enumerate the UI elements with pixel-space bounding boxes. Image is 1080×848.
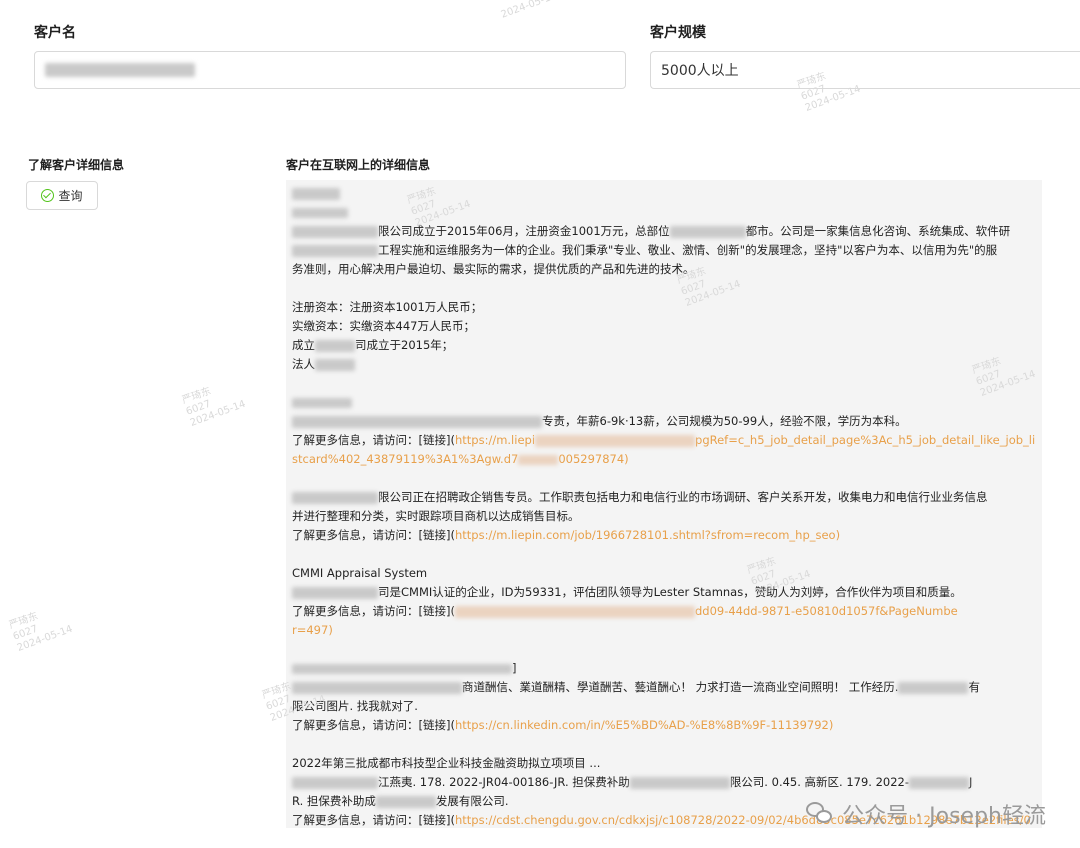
watermark: 严琦东 6027 2024-05-14	[7, 610, 75, 654]
registered-capital: 注册资本：注册资本1001万人民币；	[292, 300, 483, 314]
basic-intro-line-1: 限公司成立于2015年06月，注册资金1001万元，总部位 都市。公司是一家集信息…	[292, 222, 1036, 241]
wechat-brand-mark: 公众号 · Joseph轻流	[806, 798, 1046, 830]
item-1-more: 了解更多信息，请访问：[链接](https://m.liepi pgRef=c_h…	[292, 433, 1036, 466]
redacted-basic-heading	[292, 203, 1036, 222]
customer-detail-section-label: 了解客户详细信息	[28, 158, 125, 172]
internet-detail-panel[interactable]: 限公司成立于2015年06月，注册资金1001万元，总部位 都市。公司是一家集信息…	[286, 180, 1042, 828]
customer-scale-label: 客户规模	[650, 25, 706, 41]
basic-intro-line-2: 工程实施和运维服务为一体的企业。我们秉承"专业、敬业、激情、创新"的发展理念，坚…	[292, 241, 1036, 260]
customer-name-input[interactable]	[34, 51, 626, 89]
item-4-text-2: 限公司图片. 找我就对了.	[292, 699, 418, 713]
redacted-customer-name	[45, 63, 195, 77]
item-4-text-1: 商道酬信、業道酬精、學道酬苦、藝道酬心！ 力求打造一流商业空间照明！ 工作经历.…	[292, 678, 1036, 697]
watermark: 严琦东 6027 2024-05-14	[180, 385, 248, 429]
internet-detail-section-label: 客户在互联网上的详细信息	[286, 158, 431, 172]
item-5-text-1: 江燕夷. 178. 2022-JR04-00186-JR. 担保费补助 限公司. …	[292, 773, 1036, 792]
item-4-more: 了解更多信息，请访问：[链接](https://cn.linkedin.com/…	[292, 718, 834, 732]
customer-name-label: 客户名	[34, 25, 76, 41]
item-4-link[interactable]: https://cn.linkedin.com/in/%E5%BD%AD-%E8…	[455, 718, 833, 732]
customer-scale-value: 5000人以上	[661, 63, 739, 79]
item-3-text: 司是CMMI认证的企业，ID为59331，评估团队领导为Lester Stamn…	[292, 583, 1036, 602]
founded-info: 成立 司成立于2015年；	[292, 338, 454, 352]
item-4-title: ]	[292, 659, 1036, 678]
basic-intro-line-3: 务准则，用心解决用户最迫切、最实际的需求，提供优质的产品和先进的技术。	[292, 262, 695, 276]
item-1-text: 专责，年薪6-9k·13薪，公司规模为50-99人，经验不限，学历为本科。	[292, 412, 1036, 431]
item-5-title: 2022年第三批成都市科技型企业科技金融资助拟立项项目 ...	[292, 756, 601, 770]
customer-scale-select[interactable]: 5000人以上	[650, 51, 1080, 89]
legal-rep: 法人	[292, 355, 1036, 374]
item-3-more: 了解更多信息，请访问：[链接](dd09-44dd-9871-e50810d10…	[292, 604, 958, 618]
watermark: 2024-05-14	[499, 0, 559, 21]
item-2-link[interactable]: https://m.liepin.com/job/1966728101.shtm…	[455, 528, 840, 542]
item-2-text-1: 限公司正在招聘政企销售专员。工作职责包括电力和电信行业的市场调研、客户关系开发，…	[292, 488, 1036, 507]
item-3-title: CMMI Appraisal System	[292, 566, 428, 580]
check-circle-icon	[41, 189, 55, 202]
redacted-company-heading	[292, 184, 1036, 203]
brand-text: 公众号 · Joseph轻流	[842, 804, 1046, 829]
query-button-label: 查询	[58, 189, 83, 203]
wechat-icon	[806, 802, 834, 826]
item-2-text-2: 并进行整理和分类，实时跟踪项目商机以达成销售目标。	[292, 509, 580, 523]
item-3-link-tail[interactable]: r=497)	[292, 621, 1036, 640]
query-button[interactable]: 查询	[26, 181, 98, 210]
item-2-more: 了解更多信息，请访问：[链接](https://m.liepin.com/job…	[292, 528, 841, 542]
item-3-link[interactable]: dd09-44dd-9871-e50810d1057f&PageNumbe	[695, 604, 958, 618]
redacted-item-1-title	[292, 393, 1036, 412]
paid-capital: 实缴资本：实缴资本447万人民币；	[292, 319, 475, 333]
